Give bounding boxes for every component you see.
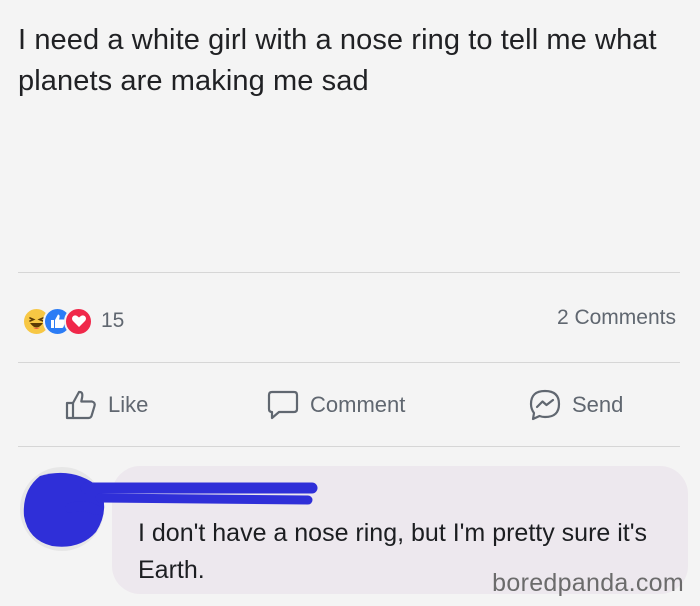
facebook-post: I need a white girl with a nose ring to … bbox=[0, 0, 700, 606]
reaction-count: 15 bbox=[101, 309, 125, 332]
love-icon bbox=[64, 306, 93, 336]
avatar[interactable] bbox=[20, 467, 104, 551]
comment-label: Comment bbox=[310, 392, 406, 417]
like-label: Like bbox=[108, 392, 149, 417]
thumbs-up-icon bbox=[64, 389, 98, 421]
speech-bubble-icon bbox=[266, 389, 300, 421]
like-button[interactable]: Like bbox=[64, 383, 148, 427]
comment-button[interactable]: Comment bbox=[266, 383, 405, 427]
post-text: I need a white girl with a nose ring to … bbox=[18, 24, 657, 97]
watermark: boredpanda.com bbox=[492, 569, 684, 597]
post-actions-bar: Like Comment Send bbox=[18, 383, 680, 427]
divider bbox=[18, 446, 680, 447]
reaction-icons bbox=[22, 306, 93, 336]
reactions-summary[interactable]: 15 bbox=[22, 305, 124, 337]
send-label: Send bbox=[572, 392, 624, 417]
comments-count-link[interactable]: 2 Comments bbox=[557, 306, 676, 330]
messenger-icon bbox=[528, 388, 562, 422]
divider bbox=[18, 362, 680, 363]
divider bbox=[18, 272, 680, 273]
send-button[interactable]: Send bbox=[528, 383, 623, 427]
